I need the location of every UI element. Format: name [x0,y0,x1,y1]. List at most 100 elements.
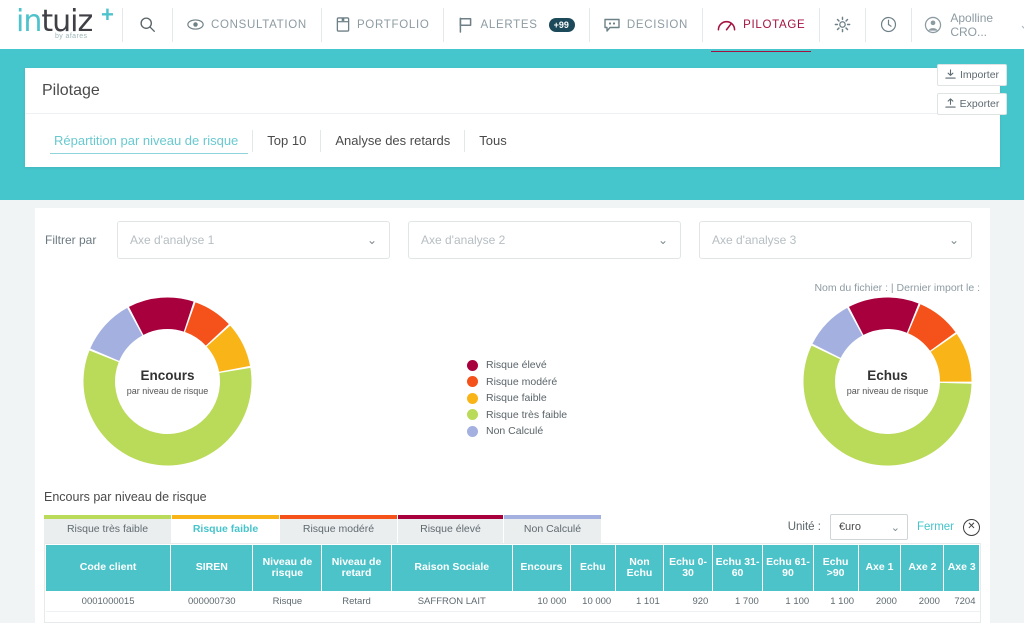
legend-label: Risque élevé [486,359,547,372]
unit-select[interactable]: €uro ⌄ [829,514,908,540]
col-encours[interactable]: Encours [511,544,571,592]
detail-table: Code client SIREN Niveau de risque Nivea… [45,544,980,612]
nav-label-pilotage: PILOTAGE [743,18,806,31]
nav-item-alertes[interactable]: ALERTES +99 [444,0,588,51]
legend-color-swatch [467,409,478,421]
legend-item: Risque très faible [467,407,567,424]
axe-analyse-1-select[interactable]: Axe d'analyse 1 ⌄ [117,221,390,259]
col-axe-3[interactable]: Axe 3 [943,544,980,592]
close-label[interactable]: Fermer [917,521,954,533]
col-axe-1[interactable]: Axe 1 [857,544,902,592]
cell-echu: 10 000 [570,591,616,612]
legend-label: Non Calculé [486,425,544,438]
legend-color-swatch [467,392,478,404]
encours-donut-chart: Encours par niveau de risque [80,294,255,474]
axe-analyse-2-select[interactable]: Axe d'analyse 2 ⌄ [408,221,681,259]
risk-tab-eleve[interactable]: Risque élevé [398,515,504,543]
col-echu[interactable]: Echu [569,544,616,592]
risk-tab-label: Risque modéré [302,523,375,535]
cell-non-echu: 1 101 [615,591,664,612]
nav-item-decision[interactable]: DECISION [590,0,702,51]
risk-legend: Risque élevé Risque modéré Risque faible… [467,357,567,440]
detail-table-container[interactable]: Code client SIREN Niveau de risque Nivea… [44,543,981,623]
top-navigation-bar: intuiz + by afares CONSULTATION PORTFOLI… [0,0,1024,54]
pilotage-card: Pilotage Répartition par niveau de risqu… [25,68,1000,167]
col-non-echu[interactable]: Non Echu [614,544,665,592]
echus-donut-chart: Echus par niveau de risque [800,294,975,474]
file-info-label: Nom du fichier : | Dernier import le : [814,282,980,294]
risk-tab-color-bar [280,515,397,519]
axe-analyse-3-placeholder: Axe d'analyse 3 [712,233,797,247]
col-echu-31-60[interactable]: Echu 31-60 [711,544,764,592]
cell-niveau-risque: Risque [252,591,322,612]
subtab-repartition[interactable]: Répartition par niveau de risque [40,124,252,158]
settings-button[interactable] [820,0,865,51]
user-name-label: Apolline CRO... [950,10,994,39]
alertes-count-badge: +99 [548,17,575,32]
unit-controls: Unité : €uro ⌄ Fermer ✕ [788,514,980,540]
search-icon [139,16,156,33]
cell-echu-sup-90: 1 100 [813,591,859,612]
nav-item-consultation[interactable]: CONSULTATION [173,0,321,51]
risk-tab-color-bar [504,515,601,519]
page-title: Pilotage [25,68,1000,114]
risk-tab-color-bar [172,515,279,519]
legend-item: Risque faible [467,390,567,407]
risk-tab-faible[interactable]: Risque faible [172,515,280,543]
legend-item: Risque élevé [467,357,567,374]
legend-color-swatch [467,376,478,388]
donut-segment[interactable] [848,297,919,335]
echus-donut-svg [803,297,972,466]
user-menu-chevron-button[interactable]: ⌄ [1005,0,1024,51]
import-icon [945,68,956,82]
export-button-label: Exporter [959,98,1000,110]
axe-analyse-3-select[interactable]: Axe d'analyse 3 ⌄ [699,221,972,259]
app-logo[interactable]: intuiz + by afares [0,0,122,51]
filter-panel: Filtrer par Axe d'analyse 1 ⌄ Axe d'anal… [35,208,990,272]
unit-select-value: €uro [838,521,861,533]
chevron-down-icon: ⌄ [657,233,668,247]
history-button[interactable] [866,0,911,51]
subtab-analyse-retards[interactable]: Analyse des retards [321,124,464,158]
chevron-down-icon: ⌄ [948,233,959,247]
risk-tab-non-calcule[interactable]: Non Calculé [504,515,602,543]
risk-tab-modere[interactable]: Risque modéré [280,515,398,543]
app-root: intuiz + by afares CONSULTATION PORTFOLI… [0,0,1024,623]
flag-icon [458,16,473,33]
import-button-label: Importer [959,69,1000,81]
export-button[interactable]: Exporter [937,93,1007,115]
user-menu[interactable]: Apolline CRO... [912,11,1005,39]
cell-siren: 000000730 [170,591,253,612]
subtab-top10[interactable]: Top 10 [253,124,320,158]
col-echu-61-90[interactable]: Echu 61-90 [762,544,814,592]
col-axe-2[interactable]: Axe 2 [900,544,945,592]
col-code-client[interactable]: Code client [45,544,172,592]
nav-item-portfolio[interactable]: PORTFOLIO [322,0,444,51]
risk-tab-label: Risque très faible [66,523,149,535]
cell-code-client: 0001000015 [45,591,171,612]
import-button[interactable]: Importer [937,64,1007,86]
close-circle-icon[interactable]: ✕ [963,518,980,536]
chevron-down-icon: ⌄ [366,233,377,247]
export-icon [945,97,956,111]
table-row[interactable]: 0001000015 000000730 Risque Retard SAFFR… [45,591,980,612]
col-niveau-de-retard[interactable]: Niveau de retard [321,544,392,592]
col-raison-sociale[interactable]: Raison Sociale [390,544,513,592]
col-echu-0-30[interactable]: Echu 0-30 [663,544,713,592]
nav-item-pilotage[interactable]: PILOTAGE [703,0,819,54]
legend-item: Risque modéré [467,374,567,391]
charts-panel: Nom du fichier : | Dernier import le : E… [35,272,990,482]
col-siren[interactable]: SIREN [170,544,254,592]
cell-axe-2: 2000 [900,591,944,612]
legend-color-swatch [467,359,478,371]
risk-tab-label: Risque faible [192,523,259,535]
table-header-row: Code client SIREN Niveau de risque Nivea… [45,544,980,592]
nav-label-consultation: CONSULTATION [211,18,307,31]
search-button[interactable] [123,0,172,51]
col-niveau-de-risque[interactable]: Niveau de risque [252,544,323,592]
subtab-tous[interactable]: Tous [465,124,520,158]
col-echu-sup-90[interactable]: Echu >90 [812,544,859,592]
cell-raison-sociale: SAFFRON LAIT [391,591,513,612]
risk-tab-label: Non Calculé [523,523,582,535]
risk-tab-tres-faible[interactable]: Risque très faible [44,515,172,543]
